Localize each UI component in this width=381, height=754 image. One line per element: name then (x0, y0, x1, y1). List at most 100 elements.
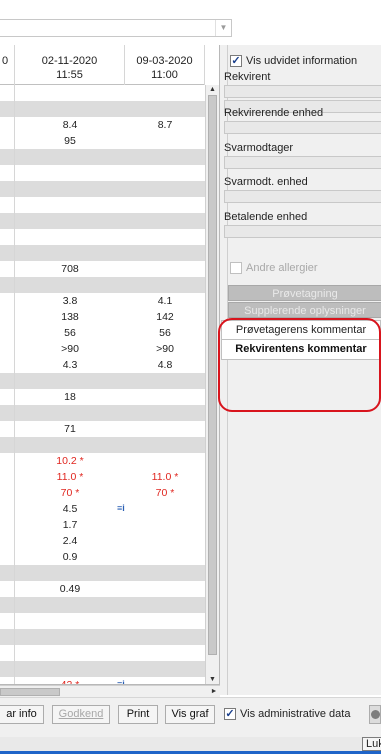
scroll-right-icon[interactable]: ► (208, 686, 220, 697)
table-cell (125, 565, 205, 581)
table-cell (15, 645, 125, 661)
table-row[interactable]: 2.4 (0, 533, 205, 549)
print-button[interactable]: Print (118, 705, 158, 724)
table-cell (0, 501, 15, 517)
table-cell (125, 245, 205, 261)
table-row[interactable] (0, 597, 205, 613)
comment-tabs: Prøvetagerens kommentar Rekvirentens kom… (221, 320, 381, 410)
horizontal-scrollbar[interactable]: ► (0, 685, 220, 697)
table-row[interactable] (0, 197, 205, 213)
table-row[interactable] (0, 229, 205, 245)
vertical-scrollbar[interactable]: ▲ ▼ (205, 85, 219, 684)
scroll-up-icon[interactable]: ▲ (206, 85, 219, 95)
table-row[interactable]: 8.4 8.7 (0, 117, 205, 133)
table-row[interactable] (0, 277, 205, 293)
table-cell (15, 373, 125, 389)
vis-graf-button[interactable]: Vis graf (165, 705, 215, 724)
table-row[interactable]: 70 * 70 * (0, 485, 205, 501)
table-cell (15, 85, 125, 101)
scroll-down-icon[interactable]: ▼ (206, 675, 219, 684)
table-row[interactable]: 10.2 * (0, 453, 205, 469)
bottom-toolbar: ar info Godkend Print Vis graf ✓ Vis adm… (0, 697, 381, 737)
table-row[interactable]: 18 (0, 389, 205, 405)
table-cell (15, 629, 125, 645)
table-cell: 142 (156, 311, 174, 323)
table-cell (0, 197, 15, 213)
table-row[interactable] (0, 565, 205, 581)
table-row[interactable] (0, 613, 205, 629)
table-row[interactable]: 0.49 (0, 581, 205, 597)
table-cell (125, 85, 205, 101)
info-button[interactable]: ar info (0, 705, 44, 724)
table-cell (0, 277, 15, 293)
table-row[interactable] (0, 373, 205, 389)
table-row[interactable] (0, 661, 205, 677)
table-cell (0, 149, 15, 165)
table-cell (15, 229, 125, 245)
table-row[interactable]: 4.3 4.8 (0, 357, 205, 373)
table-row[interactable] (0, 149, 205, 165)
andre-allergier-checkbox-row[interactable]: Andre allergier (230, 262, 318, 274)
column-header-0[interactable]: 0 (0, 45, 15, 85)
table-cell (15, 597, 125, 613)
comment-info-icon[interactable]: ≡i (117, 678, 131, 684)
chevron-down-icon[interactable]: ▼ (215, 20, 231, 36)
table-row[interactable]: 708 (0, 261, 205, 277)
table-cell (125, 629, 205, 645)
status-dot-icon[interactable] (369, 705, 381, 724)
vis-udvidet-checkbox-row[interactable]: ✓ Vis udvidet information (230, 55, 357, 67)
table-cell (125, 229, 205, 245)
table-row[interactable]: 56 56 (0, 325, 205, 341)
table-cell (0, 341, 15, 357)
table-row[interactable]: 71 (0, 421, 205, 437)
table-row[interactable]: 11.0 * 11.0 * (0, 469, 205, 485)
table-cell (0, 261, 15, 277)
table-row[interactable]: 95 (0, 133, 205, 149)
provetagning-button[interactable]: Prøvetagning (228, 285, 381, 301)
scroll-thumb[interactable] (0, 688, 60, 696)
table-cell (125, 613, 205, 629)
table-cell (125, 501, 205, 517)
table-row[interactable] (0, 101, 205, 117)
table-row[interactable] (0, 165, 205, 181)
table-cell (125, 597, 205, 613)
table-cell: 0.9 (62, 551, 78, 563)
checkbox-checked[interactable]: ✓ (230, 55, 242, 67)
table-row[interactable]: 42 * ≡i (0, 677, 205, 684)
vis-admin-checkbox-row[interactable]: ✓ Vis administrative data (224, 708, 350, 720)
checkbox-label: Andre allergier (246, 262, 318, 274)
table-row[interactable] (0, 645, 205, 661)
table-cell (125, 197, 205, 213)
tab-rekvirentens-kommentar[interactable]: Rekvirentens kommentar (221, 340, 381, 360)
table-row[interactable]: 138 142 (0, 309, 205, 325)
selector-combobox[interactable]: ▼ (0, 19, 232, 37)
table-row[interactable] (0, 405, 205, 421)
scroll-thumb[interactable] (208, 95, 217, 655)
table-row[interactable] (0, 437, 205, 453)
table-row[interactable] (0, 245, 205, 261)
table-row[interactable] (0, 213, 205, 229)
table-row[interactable] (0, 181, 205, 197)
table-row[interactable]: 1.7 (0, 517, 205, 533)
checkbox-checked[interactable]: ✓ (224, 708, 236, 720)
table-row[interactable] (0, 85, 205, 101)
column-header-2[interactable]: 09-03-2020 11:00 (125, 45, 205, 85)
supplerende-oplysninger-button[interactable]: Supplerende oplysninger (228, 302, 381, 318)
tab-provetagerens-kommentar[interactable]: Prøvetagerens kommentar (221, 320, 381, 340)
checkbox-unchecked[interactable] (230, 262, 242, 274)
table-cell: 95 (64, 135, 76, 147)
table-cell: >90 (61, 343, 79, 355)
godkend-button[interactable]: Godkend (52, 705, 110, 724)
table-row[interactable] (0, 629, 205, 645)
label-rekvirent: Rekvirent (224, 71, 271, 83)
column-header-1[interactable]: 02-11-2020 11:55 (15, 45, 125, 85)
table-row[interactable]: 3.8 4.1 (0, 293, 205, 309)
table-cell (125, 645, 205, 661)
table-cell (15, 197, 125, 213)
table-cell: 8.7 (157, 119, 173, 131)
table-row[interactable]: 4.5 ≡i (0, 501, 205, 517)
table-row[interactable]: 0.9 (0, 549, 205, 565)
luk-button[interactable]: Luk (362, 737, 381, 751)
comment-info-icon[interactable]: ≡i (117, 502, 131, 515)
table-row[interactable]: >90 >90 (0, 341, 205, 357)
